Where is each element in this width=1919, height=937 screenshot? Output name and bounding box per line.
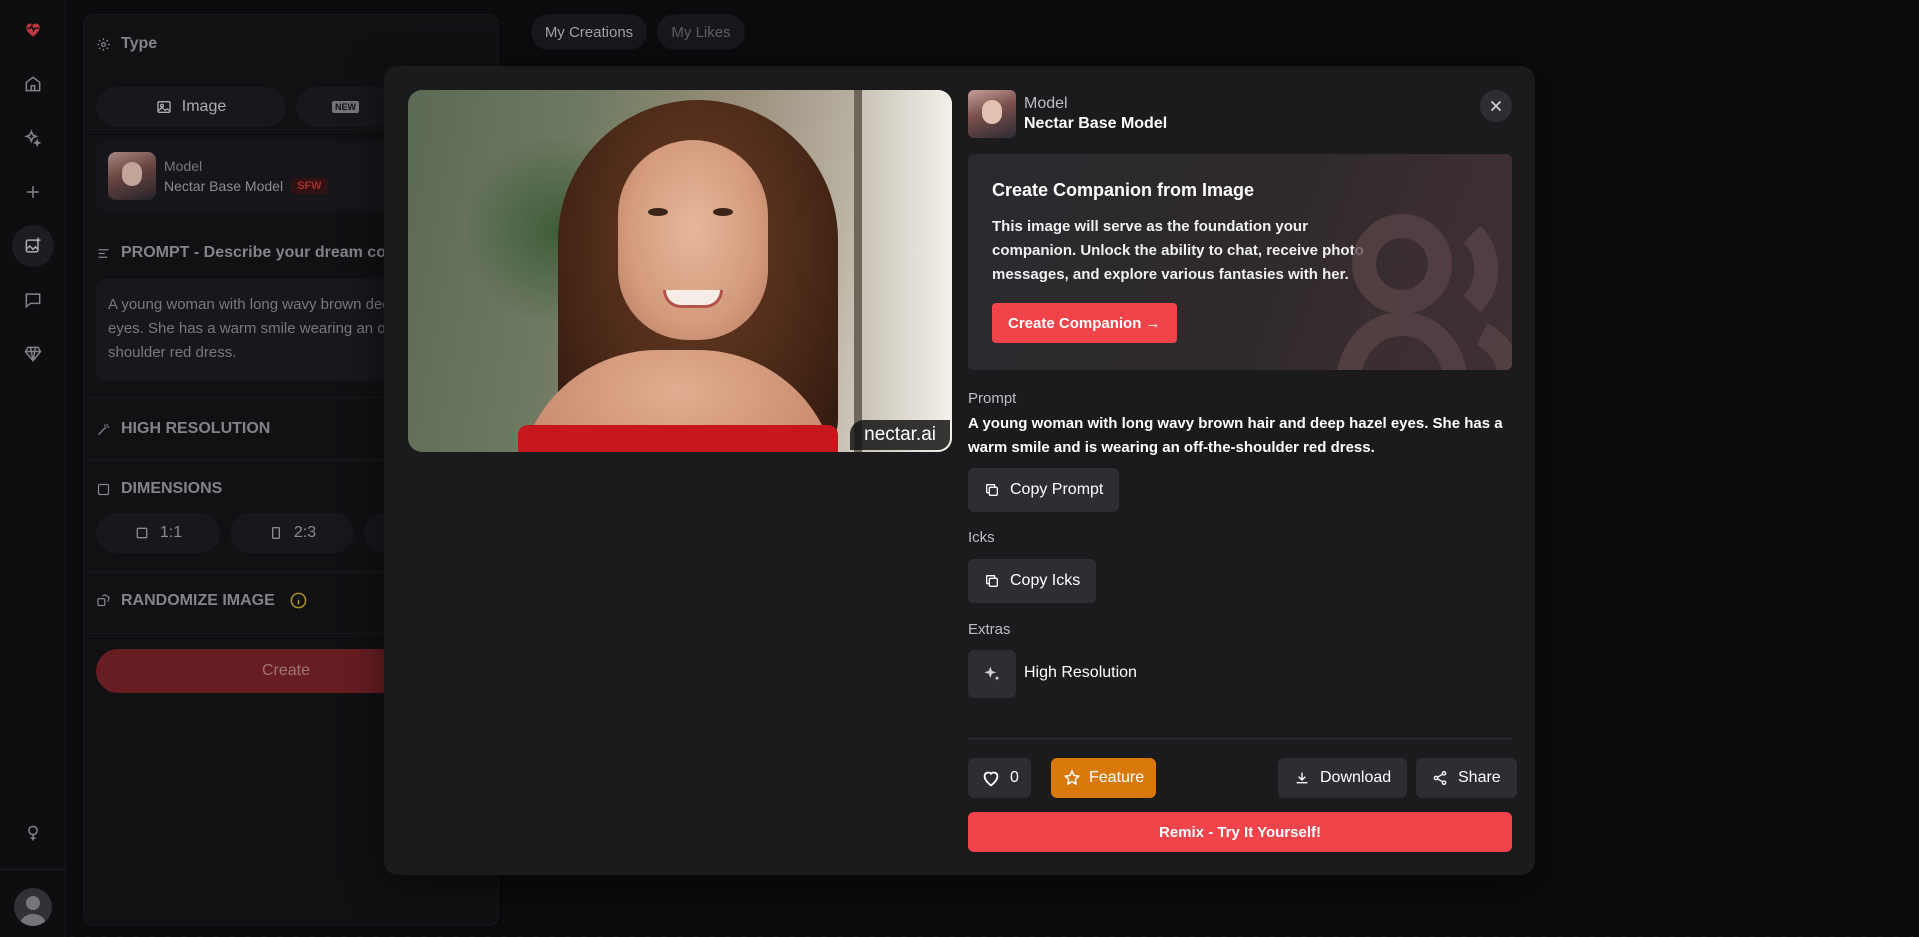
image-eye-right (713, 208, 733, 216)
create-companion-button[interactable]: Create Companion → (992, 303, 1177, 343)
feature-button[interactable]: Feature (1051, 758, 1157, 798)
share-icon (1433, 771, 1447, 785)
model-name: Nectar Base Model (1024, 115, 1168, 132)
modal-model-info: Model Nectar Base Model (968, 90, 1167, 138)
download-icon (1296, 772, 1308, 784)
image-smile (663, 290, 723, 308)
like-count: 0 (1010, 769, 1019, 786)
extras-label: Extras (968, 621, 1011, 638)
download-label: Download (1320, 769, 1392, 786)
close-button[interactable] (1480, 90, 1512, 122)
icks-label: Icks (968, 529, 995, 546)
image-watermark: nectar.ai (850, 420, 950, 450)
copy-icks-button[interactable]: Copy Icks (968, 559, 1097, 603)
user-outline-icon (1337, 214, 1512, 370)
image-face (618, 140, 768, 340)
download-button[interactable]: Download (1278, 758, 1408, 798)
like-button[interactable]: 0 (968, 758, 1031, 798)
close-icon (1490, 100, 1502, 112)
create-companion-card: Create Companion from Image This image w… (968, 154, 1512, 370)
star-icon (1063, 769, 1081, 786)
copy-icks-label: Copy Icks (1010, 572, 1081, 589)
remix-button[interactable]: Remix - Try It Yourself! (968, 812, 1512, 852)
generated-image[interactable]: nectar.ai (408, 90, 952, 452)
image-eye-left (648, 208, 668, 216)
image-red-dress (518, 425, 838, 452)
image-window-light (862, 90, 952, 452)
model-thumbnail (968, 90, 1016, 138)
feature-label: Feature (1089, 769, 1145, 786)
share-button[interactable]: Share (1416, 758, 1517, 798)
image-detail-modal: nectar.ai Model Nectar Base Model Create… (384, 66, 1535, 875)
copy-icon (986, 575, 998, 587)
sparkles-icon (968, 650, 1016, 698)
copy-prompt-label: Copy Prompt (1010, 481, 1104, 498)
heart-icon (983, 771, 999, 787)
prompt-label: Prompt (968, 390, 1017, 407)
share-label: Share (1458, 769, 1501, 786)
copy-icon (986, 484, 998, 496)
image-window-frame (854, 90, 862, 452)
copy-prompt-button[interactable]: Copy Prompt (968, 468, 1120, 512)
prompt-text: A young woman with long wavy brown hair … (968, 415, 1503, 456)
model-label: Model (1024, 95, 1068, 112)
extra-high-resolution: High Resolution (1024, 664, 1137, 681)
divider (968, 738, 1512, 739)
